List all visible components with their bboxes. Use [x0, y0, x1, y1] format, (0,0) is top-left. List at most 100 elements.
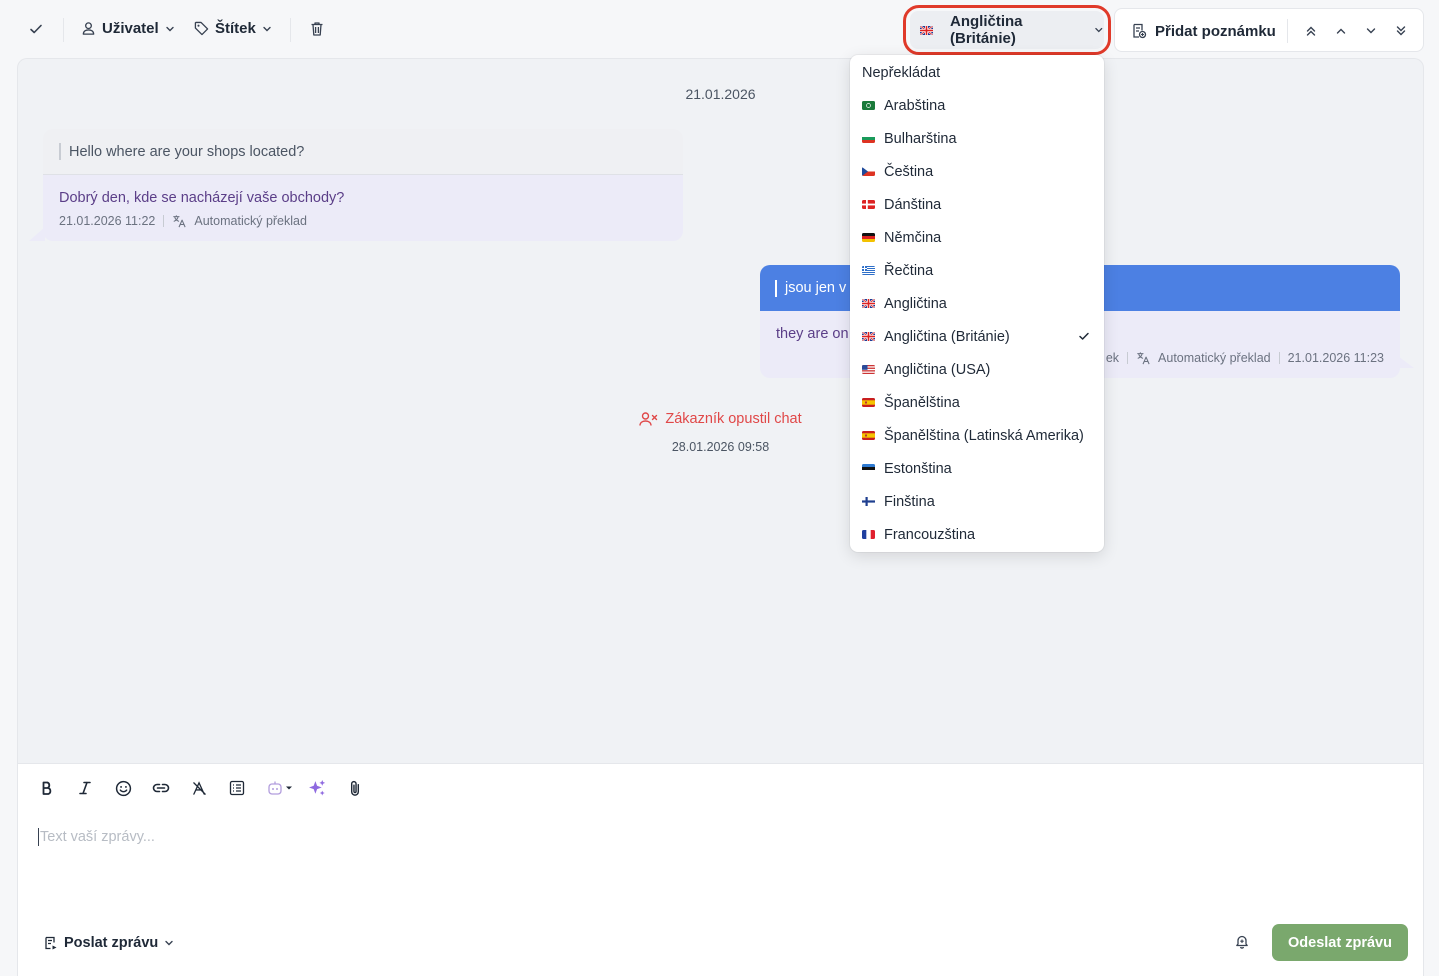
- add-note-label: Přidat poznámku: [1155, 22, 1276, 40]
- language-option-label: Čeština: [884, 163, 934, 180]
- chat-history[interactable]: 21.01.2026 Hello where are your shops lo…: [17, 58, 1424, 763]
- fr-flag-icon: [862, 530, 875, 539]
- language-option-label: Španělština (Latinská Amerika): [884, 427, 1084, 444]
- us-flag-icon: [862, 365, 875, 374]
- italic-button[interactable]: [75, 778, 95, 798]
- send-mode-label: Poslat zprávu: [64, 935, 159, 951]
- clear-format-icon: [192, 780, 206, 795]
- meta-divider: [163, 215, 165, 227]
- language-option-label: Arabština: [884, 97, 946, 114]
- language-option[interactable]: Čeština: [850, 155, 1104, 188]
- user-remove-icon: [639, 412, 658, 426]
- language-option[interactable]: Španělština (Latinská Amerika): [850, 419, 1104, 452]
- ai-sparkle-button[interactable]: [307, 778, 327, 798]
- delete-button[interactable]: [310, 21, 324, 37]
- add-note-button[interactable]: Přidat poznámku: [1131, 9, 1276, 53]
- chevron-up-icon: [1336, 28, 1346, 34]
- previous-message-button[interactable]: [1333, 23, 1349, 39]
- language-option-label: Estonština: [884, 460, 952, 477]
- gr-flag-icon: [862, 266, 875, 275]
- send-message-button[interactable]: Odeslat zprávu: [1272, 924, 1408, 961]
- translate-icon: [173, 215, 186, 228]
- last-message-button[interactable]: [1393, 23, 1409, 39]
- chevron-down-icon: [165, 940, 173, 946]
- language-option-label: Angličtina: [884, 295, 947, 312]
- trash-icon: [311, 22, 323, 36]
- customer-left-event: Zákazník opustil chat 28.01.2026 09:58: [18, 411, 1423, 454]
- clear-format-button[interactable]: [189, 778, 209, 798]
- language-option-label: Bulharština: [884, 130, 957, 147]
- sparkle-icon: [308, 779, 325, 795]
- tag-dropdown[interactable]: Štítek: [194, 20, 272, 37]
- top-toolbar: Uživatel Štítek Angličtina (Británie) Př…: [0, 0, 1439, 58]
- translation-note: Automatický překlad: [1158, 351, 1271, 365]
- language-option[interactable]: Dánština: [850, 188, 1104, 221]
- send-mode-dropdown[interactable]: Poslat zprávu: [44, 935, 174, 951]
- message-original-text: jsou jen v: [785, 280, 847, 296]
- language-option[interactable]: Angličtina (USA): [850, 353, 1104, 386]
- attach-button[interactable]: [345, 778, 365, 798]
- message-original-text: Hello where are your shops located?: [69, 143, 305, 160]
- language-option[interactable]: Francouzština: [850, 518, 1104, 551]
- italic-icon: [79, 781, 91, 795]
- template-list-icon: [229, 780, 245, 796]
- meta-divider: [1278, 352, 1280, 364]
- template-button[interactable]: [227, 778, 247, 798]
- translate-icon: [1137, 352, 1150, 365]
- language-option[interactable]: Bulharština: [850, 122, 1104, 155]
- language-option-label: Finština: [884, 493, 935, 510]
- next-message-button[interactable]: [1363, 23, 1379, 39]
- chevron-down-icon: [1366, 28, 1376, 34]
- link-icon: [152, 783, 170, 793]
- toolbar-divider: [63, 18, 64, 42]
- language-option[interactable]: Řečtina: [850, 254, 1104, 287]
- language-option[interactable]: Arabština: [850, 89, 1104, 122]
- language-select-button[interactable]: Angličtina (Británie): [910, 11, 1104, 49]
- notification-toggle[interactable]: [1235, 934, 1249, 949]
- language-option[interactable]: Estonština: [850, 452, 1104, 485]
- user-icon: [82, 22, 95, 35]
- paperclip-icon: [350, 780, 360, 796]
- chevron-down-icon: [1095, 27, 1103, 33]
- dk-flag-icon: [862, 200, 875, 209]
- gb-flag-icon: [862, 332, 875, 341]
- message-original: Hello where are your shops located?: [43, 129, 683, 175]
- link-button[interactable]: [151, 778, 171, 798]
- language-option-label: Angličtina (Británie): [884, 328, 1010, 345]
- user-dropdown[interactable]: Uživatel: [81, 20, 175, 37]
- language-option[interactable]: Finština: [850, 485, 1104, 518]
- cz-flag-icon: [862, 167, 875, 176]
- language-select-label: Angličtina (Británie): [950, 13, 1023, 47]
- emoji-icon: [115, 780, 131, 796]
- message-translation-text: Dobrý den, kde se nacházejí vaše obchody…: [59, 190, 345, 206]
- message-input[interactable]: Text vaší zprávy...: [38, 828, 155, 846]
- language-option[interactable]: Angličtina (Británie): [850, 320, 1104, 353]
- user-dropdown-label: Uživatel: [102, 20, 159, 37]
- language-option[interactable]: Němčina: [850, 221, 1104, 254]
- chevron-down-icon: [166, 26, 174, 31]
- toolbar-divider: [1287, 19, 1288, 43]
- first-message-button[interactable]: [1303, 23, 1319, 39]
- language-option[interactable]: Španělština: [850, 386, 1104, 419]
- resolve-button[interactable]: [28, 21, 44, 37]
- bold-button[interactable]: [37, 778, 57, 798]
- double-chevron-up-icon: [1306, 26, 1316, 36]
- check-icon: [1078, 330, 1090, 342]
- translation-note: Automatický překlad: [194, 214, 307, 228]
- bubble-tail: [29, 227, 45, 241]
- customer-left-text: Zákazník opustil chat: [665, 411, 802, 427]
- incoming-message: Hello where are your shops located? Dobr…: [29, 129, 683, 241]
- double-chevron-down-icon: [1396, 26, 1406, 36]
- language-option-label: Nepřekládat: [862, 64, 941, 81]
- ai-tone-dropdown[interactable]: [266, 778, 296, 798]
- tag-icon: [194, 21, 209, 36]
- emoji-button[interactable]: [113, 778, 133, 798]
- language-option[interactable]: Nepřekládat: [850, 56, 1104, 89]
- language-option[interactable]: Angličtina: [850, 287, 1104, 320]
- bg-flag-icon: [862, 134, 875, 143]
- message-time: 21.01.2026 11:23: [1287, 351, 1384, 365]
- customer-left-time: 28.01.2026 09:58: [671, 440, 770, 454]
- de-flag-icon: [862, 233, 875, 242]
- message-meta: ek Automatický překlad 21.01.2026 11:23: [1106, 351, 1384, 365]
- chevron-down-icon: [263, 26, 271, 31]
